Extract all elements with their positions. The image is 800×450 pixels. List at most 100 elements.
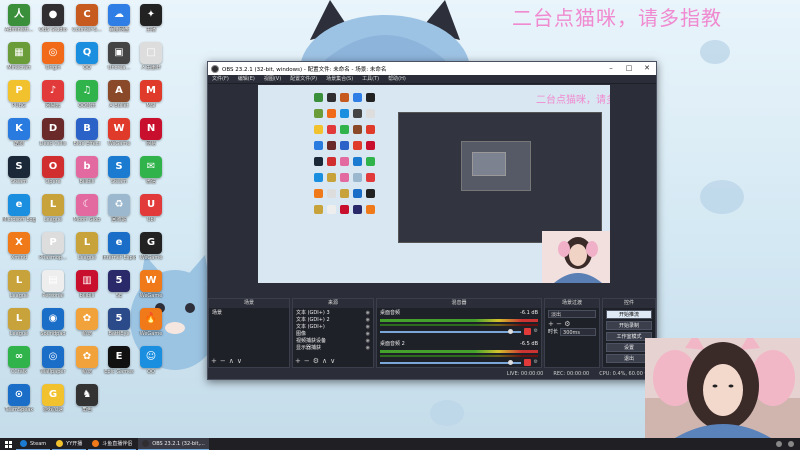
desktop-shortcut[interactable]: ⊙ TeamSpeak [2, 382, 36, 420]
up-icon[interactable]: ∧ [322, 357, 330, 365]
transition-select[interactable]: 淡出 [548, 310, 596, 318]
desktop-shortcut[interactable]: ♪ 网易云 [36, 78, 70, 116]
desktop-shortcut[interactable]: ☾ Moon Glob [70, 192, 104, 230]
remove-icon[interactable]: − [304, 357, 313, 365]
desktop-shortcut[interactable]: E Epic Games [102, 344, 136, 382]
desktop-shortcut[interactable]: L League [70, 230, 104, 268]
obs-titlebar[interactable]: OBS 23.2.1 (32-bit, windows) - 配置文件: 未命名… [208, 62, 656, 75]
desktop-shortcut[interactable]: ☁ 百度网盘 [102, 2, 136, 40]
eye-icon[interactable]: ◉ [366, 317, 370, 324]
start-recording-button[interactable]: 开始录制 [606, 321, 652, 330]
menu-edit[interactable]: 编辑(E) [238, 75, 255, 83]
start-streaming-button[interactable]: 开始推流 [606, 310, 652, 319]
desktop-shortcut[interactable]: AA Bullet [102, 78, 136, 116]
add-icon[interactable]: + [548, 320, 554, 328]
desktop-shortcut[interactable]: L League [2, 306, 36, 344]
desktop-shortcut[interactable]: 5 5E [102, 268, 136, 306]
desktop-shortcut[interactable]: X Xmind [2, 230, 36, 268]
gear-icon[interactable]: ⚙ [564, 320, 570, 328]
tray-icon[interactable] [788, 441, 794, 447]
taskbar-app[interactable]: 斗鱼直播伴侣 [88, 438, 137, 450]
source-item[interactable]: 视频捕获设备 ◉ [296, 338, 370, 345]
desktop-shortcut[interactable]: D Dead Cells [36, 116, 70, 154]
desktop-shortcut[interactable]: W WeGame [102, 116, 136, 154]
add-icon[interactable]: + [295, 357, 304, 365]
desktop-shortcut[interactable]: P Phasmop... [36, 230, 70, 268]
menu-profile[interactable]: 配置文件(P) [290, 75, 317, 83]
remove-icon[interactable]: − [556, 320, 562, 328]
speaker-icon[interactable] [523, 359, 531, 366]
menu-help[interactable]: 帮助(H) [388, 75, 406, 83]
desktop-shortcut[interactable]: ✦ 主播 [134, 2, 168, 40]
desktop-shortcut[interactable]: L League [2, 268, 36, 306]
desktop-shortcut[interactable]: P PUBG [2, 78, 36, 116]
volume-slider[interactable] [380, 328, 521, 334]
desktop-shortcut[interactable]: ● OBS Studio [36, 2, 70, 40]
desktop-shortcut[interactable]: W WeGame [134, 268, 168, 306]
source-item[interactable]: 文本 (GDI+) ◉ [296, 324, 370, 331]
menu-file[interactable]: 文件(F) [212, 75, 229, 83]
eye-icon[interactable]: ◉ [366, 338, 370, 345]
tray-icon[interactable] [776, 441, 782, 447]
taskbar-app[interactable]: OBS 23.2.1 (32-bit,... [138, 438, 209, 450]
maximize-icon[interactable]: □ [620, 62, 638, 75]
desktop-shortcut[interactable]: □ 人生重开 [134, 40, 168, 78]
source-item[interactable]: 图像 ◉ [296, 331, 370, 338]
desktop-shortcut[interactable]: e Microsoft Edge [2, 192, 36, 230]
eye-icon[interactable]: ◉ [366, 345, 370, 352]
eye-icon[interactable]: ◉ [366, 324, 370, 331]
desktop-shortcut[interactable]: ♻ 回收站 [102, 192, 136, 230]
source-item[interactable]: 显示器捕获 ◉ [296, 345, 370, 352]
desktop-shortcut[interactable]: 🔥 WeGame [134, 306, 168, 344]
taskbar-app[interactable]: Steam [16, 438, 51, 450]
desktop-shortcut[interactable]: ✿ 萌宠 [70, 344, 104, 382]
close-icon[interactable]: ✕ [638, 62, 656, 75]
desktop-shortcut[interactable]: ♫ QQ音乐 [70, 78, 104, 116]
desktop-shortcut[interactable]: 5 BattlEye [102, 306, 136, 344]
desktop-shortcut[interactable]: b Bilibili [70, 154, 104, 192]
source-item[interactable]: 文本 (GDI+) 2 ◉ [296, 317, 370, 324]
eye-icon[interactable]: ◉ [366, 310, 370, 317]
desktop-shortcut[interactable]: ♞ 角色 [70, 382, 104, 420]
desktop-shortcut[interactable]: C Counter-S... [70, 2, 104, 40]
source-item[interactable]: 文本 (GDI+) 3 ◉ [296, 310, 370, 317]
desktop-shortcut[interactable]: G WeGame [134, 230, 168, 268]
start-button[interactable] [0, 438, 16, 450]
desktop-shortcut[interactable]: S Steam [2, 154, 36, 192]
menu-tools[interactable]: 工具(T) [362, 75, 379, 83]
duration-input[interactable]: 300ms [560, 328, 596, 336]
gear-icon[interactable]: ⚙ [534, 359, 538, 366]
desktop-shortcut[interactable]: B Blue Effect [70, 116, 104, 154]
desktop-shortcut[interactable]: ◉ Soundpad [36, 306, 70, 344]
obs-preview-canvas[interactable]: 二台点猫咪，请多指教 [258, 85, 610, 283]
desktop-shortcut[interactable]: ∞ CCtalk [2, 344, 36, 382]
desktop-shortcut[interactable]: Q QQ [70, 40, 104, 78]
desktop-shortcut[interactable]: O Opera [36, 154, 70, 192]
desktop-shortcut[interactable]: M MSI [134, 78, 168, 116]
volume-slider[interactable] [380, 359, 521, 365]
desktop-shortcut[interactable]: ✉ 微信 [134, 154, 168, 192]
eye-icon[interactable]: ◉ [366, 331, 370, 338]
desktop-shortcut[interactable]: ◎ Wallpaper [36, 344, 70, 382]
desktop-shortcut[interactable]: S Steam [102, 154, 136, 192]
desktop-shortcut[interactable]: ▦ Minecraft [2, 40, 36, 78]
desktop-shortcut[interactable]: N 网易 [134, 116, 168, 154]
menu-scene-collection[interactable]: 场景集合(S) [326, 75, 353, 83]
desktop-shortcut[interactable]: ▤ Personal [36, 268, 70, 306]
down-icon[interactable]: ∨ [237, 357, 245, 365]
desktop-shortcut[interactable]: ▣ Uncrea... [102, 40, 136, 78]
desktop-shortcut[interactable]: 人 Administr... [2, 2, 36, 40]
scene-item[interactable]: 场景 [212, 310, 286, 317]
gear-icon[interactable]: ⚙ [313, 357, 322, 365]
speaker-icon[interactable] [523, 328, 531, 335]
desktop-shortcut[interactable]: K 酷狗 [2, 116, 36, 154]
desktop-shortcut[interactable]: ☺ QQ [134, 344, 168, 382]
add-icon[interactable]: + [211, 357, 220, 365]
down-icon[interactable]: ∨ [330, 357, 338, 365]
desktop-shortcut[interactable]: ◎ Origin [36, 40, 70, 78]
desktop-shortcut[interactable]: G 游戏加速 [36, 382, 70, 420]
minimize-icon[interactable]: – [602, 62, 620, 75]
remove-icon[interactable]: − [220, 357, 229, 365]
menu-view[interactable]: 视图(V) [264, 75, 281, 83]
up-icon[interactable]: ∧ [229, 357, 237, 365]
